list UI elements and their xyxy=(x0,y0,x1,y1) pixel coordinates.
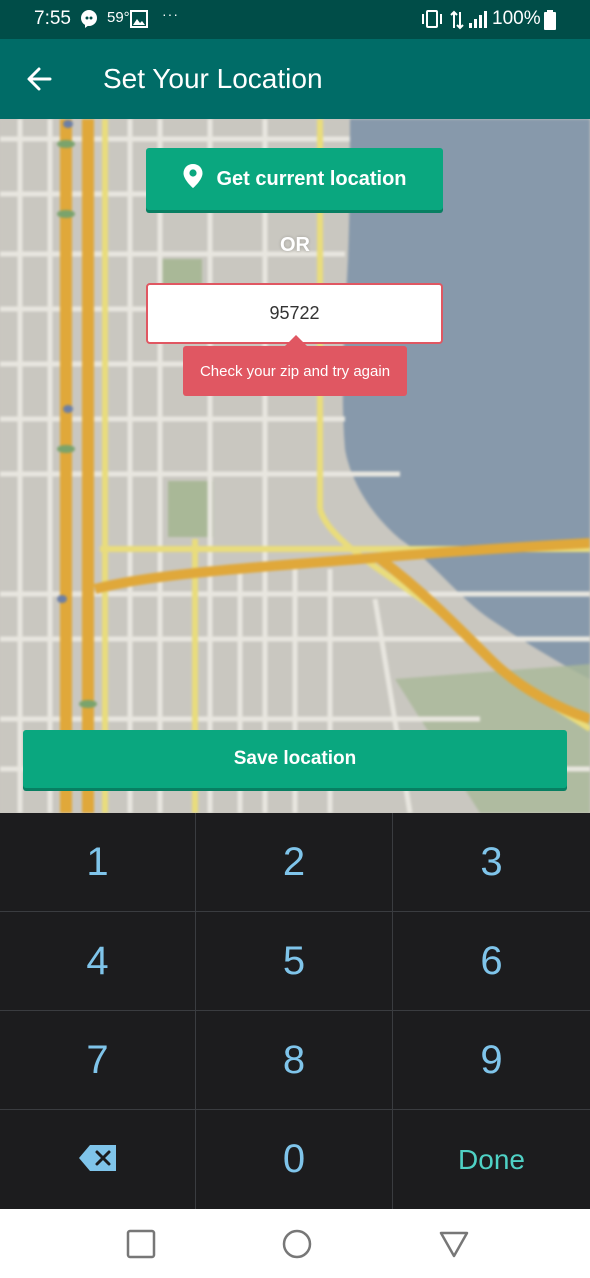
zip-error-tooltip: Check your zip and try again xyxy=(183,335,407,396)
recent-apps-icon[interactable] xyxy=(125,1228,157,1260)
signal-icon xyxy=(468,10,488,33)
key-1[interactable]: 1 xyxy=(0,813,196,912)
battery-percent: 100% xyxy=(492,8,541,29)
backspace-icon xyxy=(78,1137,118,1182)
done-key[interactable]: Done xyxy=(393,1110,590,1209)
location-pin-icon xyxy=(182,163,204,195)
key-8[interactable]: 8 xyxy=(196,1011,393,1110)
image-icon xyxy=(130,10,148,33)
backspace-key[interactable] xyxy=(0,1110,196,1209)
key-9[interactable]: 9 xyxy=(393,1011,590,1110)
status-bar: 7:55 59° ··· 100% xyxy=(0,0,590,39)
numeric-keypad: 1 2 3 4 5 6 7 8 9 0 Done xyxy=(0,813,590,1209)
battery-icon xyxy=(544,10,556,35)
back-arrow-icon[interactable] xyxy=(20,59,60,99)
get-current-location-label: Get current location xyxy=(216,167,407,190)
map-background xyxy=(0,119,590,813)
vibrate-icon xyxy=(421,10,443,33)
status-temperature: 59° xyxy=(107,9,130,26)
system-nav-bar xyxy=(0,1209,590,1278)
key-5[interactable]: 5 xyxy=(196,912,393,1011)
or-divider-label: OR xyxy=(280,234,310,256)
key-3[interactable]: 3 xyxy=(393,813,590,912)
key-6[interactable]: 6 xyxy=(393,912,590,1011)
home-icon[interactable] xyxy=(281,1228,313,1260)
chat-bubble-icon xyxy=(80,10,98,33)
back-triangle-icon[interactable] xyxy=(438,1228,470,1260)
get-current-location-button[interactable]: Get current location xyxy=(146,148,443,210)
status-time: 7:55 xyxy=(34,8,71,29)
map-illustration xyxy=(0,119,590,813)
save-location-button[interactable]: Save location xyxy=(23,730,567,788)
app-bar: Set Your Location xyxy=(0,39,590,119)
key-0[interactable]: 0 xyxy=(196,1110,393,1209)
data-arrows-icon xyxy=(450,10,464,35)
key-4[interactable]: 4 xyxy=(0,912,196,1011)
key-2[interactable]: 2 xyxy=(196,813,393,912)
page-title: Set Your Location xyxy=(103,63,323,94)
key-7[interactable]: 7 xyxy=(0,1011,196,1110)
status-more: ··· xyxy=(162,6,179,22)
